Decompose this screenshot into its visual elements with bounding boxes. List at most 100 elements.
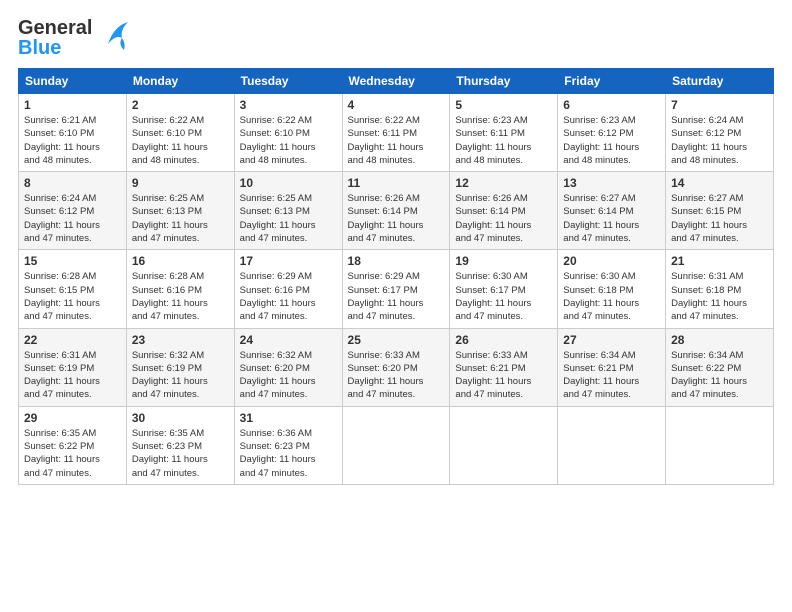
sunset-label: Sunset: 6:20 PM	[348, 363, 418, 374]
calendar-week-1: 8 Sunrise: 6:24 AM Sunset: 6:12 PM Dayli…	[19, 172, 774, 250]
sunset-label: Sunset: 6:22 PM	[671, 363, 741, 374]
sunset-label: Sunset: 6:11 PM	[348, 128, 418, 139]
day-info: Sunrise: 6:22 AM Sunset: 6:11 PM Dayligh…	[348, 114, 445, 167]
daylight-label: Daylight: 11 hoursand 47 minutes.	[24, 298, 100, 322]
sunset-label: Sunset: 6:18 PM	[671, 285, 741, 296]
day-number: 24	[240, 333, 337, 347]
day-cell-28: 28 Sunrise: 6:34 AM Sunset: 6:22 PM Dayl…	[666, 328, 774, 406]
header-tuesday: Tuesday	[234, 69, 342, 94]
day-cell-11: 11 Sunrise: 6:26 AM Sunset: 6:14 PM Dayl…	[342, 172, 450, 250]
header-saturday: Saturday	[666, 69, 774, 94]
day-info: Sunrise: 6:34 AM Sunset: 6:22 PM Dayligh…	[671, 349, 768, 402]
day-cell-30: 30 Sunrise: 6:35 AM Sunset: 6:23 PM Dayl…	[126, 406, 234, 484]
empty-cell	[342, 406, 450, 484]
day-number: 27	[563, 333, 660, 347]
sunset-label: Sunset: 6:16 PM	[240, 285, 310, 296]
day-cell-8: 8 Sunrise: 6:24 AM Sunset: 6:12 PM Dayli…	[19, 172, 127, 250]
day-info: Sunrise: 6:27 AM Sunset: 6:14 PM Dayligh…	[563, 192, 660, 245]
sunrise-label: Sunrise: 6:28 AM	[132, 271, 204, 282]
day-info: Sunrise: 6:25 AM Sunset: 6:13 PM Dayligh…	[240, 192, 337, 245]
sunrise-label: Sunrise: 6:33 AM	[455, 350, 527, 361]
day-cell-9: 9 Sunrise: 6:25 AM Sunset: 6:13 PM Dayli…	[126, 172, 234, 250]
sunset-label: Sunset: 6:18 PM	[563, 285, 633, 296]
sunset-label: Sunset: 6:21 PM	[455, 363, 525, 374]
sunset-label: Sunset: 6:19 PM	[132, 363, 202, 374]
sunrise-label: Sunrise: 6:31 AM	[671, 271, 743, 282]
daylight-label: Daylight: 11 hoursand 47 minutes.	[563, 220, 639, 244]
sunrise-label: Sunrise: 6:25 AM	[240, 193, 312, 204]
day-info: Sunrise: 6:35 AM Sunset: 6:22 PM Dayligh…	[24, 427, 121, 480]
daylight-label: Daylight: 11 hoursand 47 minutes.	[240, 454, 316, 478]
daylight-label: Daylight: 11 hoursand 48 minutes.	[348, 142, 424, 166]
day-number: 21	[671, 254, 768, 268]
day-info: Sunrise: 6:22 AM Sunset: 6:10 PM Dayligh…	[240, 114, 337, 167]
day-info: Sunrise: 6:23 AM Sunset: 6:12 PM Dayligh…	[563, 114, 660, 167]
empty-cell	[450, 406, 558, 484]
logo-blue: Blue	[18, 38, 92, 58]
day-number: 2	[132, 98, 229, 112]
day-info: Sunrise: 6:34 AM Sunset: 6:21 PM Dayligh…	[563, 349, 660, 402]
sunset-label: Sunset: 6:23 PM	[240, 441, 310, 452]
day-info: Sunrise: 6:27 AM Sunset: 6:15 PM Dayligh…	[671, 192, 768, 245]
sunset-label: Sunset: 6:21 PM	[563, 363, 633, 374]
day-number: 10	[240, 176, 337, 190]
daylight-label: Daylight: 11 hoursand 48 minutes.	[455, 142, 531, 166]
day-info: Sunrise: 6:29 AM Sunset: 6:16 PM Dayligh…	[240, 270, 337, 323]
calendar-week-3: 22 Sunrise: 6:31 AM Sunset: 6:19 PM Dayl…	[19, 328, 774, 406]
daylight-label: Daylight: 11 hoursand 47 minutes.	[671, 376, 747, 400]
day-number: 15	[24, 254, 121, 268]
sunrise-label: Sunrise: 6:30 AM	[563, 271, 635, 282]
sunset-label: Sunset: 6:12 PM	[24, 206, 94, 217]
day-cell-17: 17 Sunrise: 6:29 AM Sunset: 6:16 PM Dayl…	[234, 250, 342, 328]
day-number: 9	[132, 176, 229, 190]
empty-cell	[666, 406, 774, 484]
empty-cell	[558, 406, 666, 484]
day-cell-1: 1 Sunrise: 6:21 AM Sunset: 6:10 PM Dayli…	[19, 94, 127, 172]
sunset-label: Sunset: 6:10 PM	[132, 128, 202, 139]
daylight-label: Daylight: 11 hoursand 47 minutes.	[24, 376, 100, 400]
sunset-label: Sunset: 6:17 PM	[348, 285, 418, 296]
sunrise-label: Sunrise: 6:34 AM	[563, 350, 635, 361]
sunset-label: Sunset: 6:10 PM	[24, 128, 94, 139]
daylight-label: Daylight: 11 hoursand 47 minutes.	[132, 376, 208, 400]
day-number: 4	[348, 98, 445, 112]
day-info: Sunrise: 6:25 AM Sunset: 6:13 PM Dayligh…	[132, 192, 229, 245]
day-number: 8	[24, 176, 121, 190]
sunrise-label: Sunrise: 6:32 AM	[132, 350, 204, 361]
day-info: Sunrise: 6:31 AM Sunset: 6:19 PM Dayligh…	[24, 349, 121, 402]
day-number: 14	[671, 176, 768, 190]
day-info: Sunrise: 6:29 AM Sunset: 6:17 PM Dayligh…	[348, 270, 445, 323]
header-friday: Friday	[558, 69, 666, 94]
day-cell-22: 22 Sunrise: 6:31 AM Sunset: 6:19 PM Dayl…	[19, 328, 127, 406]
day-cell-21: 21 Sunrise: 6:31 AM Sunset: 6:18 PM Dayl…	[666, 250, 774, 328]
sunrise-label: Sunrise: 6:23 AM	[563, 115, 635, 126]
sunrise-label: Sunrise: 6:35 AM	[24, 428, 96, 439]
day-cell-7: 7 Sunrise: 6:24 AM Sunset: 6:12 PM Dayli…	[666, 94, 774, 172]
day-cell-2: 2 Sunrise: 6:22 AM Sunset: 6:10 PM Dayli…	[126, 94, 234, 172]
sunrise-label: Sunrise: 6:21 AM	[24, 115, 96, 126]
daylight-label: Daylight: 11 hoursand 48 minutes.	[671, 142, 747, 166]
daylight-label: Daylight: 11 hoursand 47 minutes.	[563, 298, 639, 322]
sunset-label: Sunset: 6:16 PM	[132, 285, 202, 296]
day-cell-19: 19 Sunrise: 6:30 AM Sunset: 6:17 PM Dayl…	[450, 250, 558, 328]
day-cell-26: 26 Sunrise: 6:33 AM Sunset: 6:21 PM Dayl…	[450, 328, 558, 406]
sunset-label: Sunset: 6:22 PM	[24, 441, 94, 452]
day-number: 25	[348, 333, 445, 347]
day-number: 20	[563, 254, 660, 268]
day-info: Sunrise: 6:28 AM Sunset: 6:15 PM Dayligh…	[24, 270, 121, 323]
sunrise-label: Sunrise: 6:22 AM	[132, 115, 204, 126]
day-number: 18	[348, 254, 445, 268]
day-info: Sunrise: 6:22 AM Sunset: 6:10 PM Dayligh…	[132, 114, 229, 167]
sunrise-label: Sunrise: 6:27 AM	[671, 193, 743, 204]
sunrise-label: Sunrise: 6:26 AM	[455, 193, 527, 204]
day-number: 23	[132, 333, 229, 347]
sunset-label: Sunset: 6:13 PM	[132, 206, 202, 217]
day-cell-14: 14 Sunrise: 6:27 AM Sunset: 6:15 PM Dayl…	[666, 172, 774, 250]
day-cell-31: 31 Sunrise: 6:36 AM Sunset: 6:23 PM Dayl…	[234, 406, 342, 484]
daylight-label: Daylight: 11 hoursand 47 minutes.	[132, 298, 208, 322]
sunset-label: Sunset: 6:14 PM	[455, 206, 525, 217]
sunrise-label: Sunrise: 6:35 AM	[132, 428, 204, 439]
sunset-label: Sunset: 6:13 PM	[240, 206, 310, 217]
day-cell-29: 29 Sunrise: 6:35 AM Sunset: 6:22 PM Dayl…	[19, 406, 127, 484]
sunset-label: Sunset: 6:14 PM	[348, 206, 418, 217]
